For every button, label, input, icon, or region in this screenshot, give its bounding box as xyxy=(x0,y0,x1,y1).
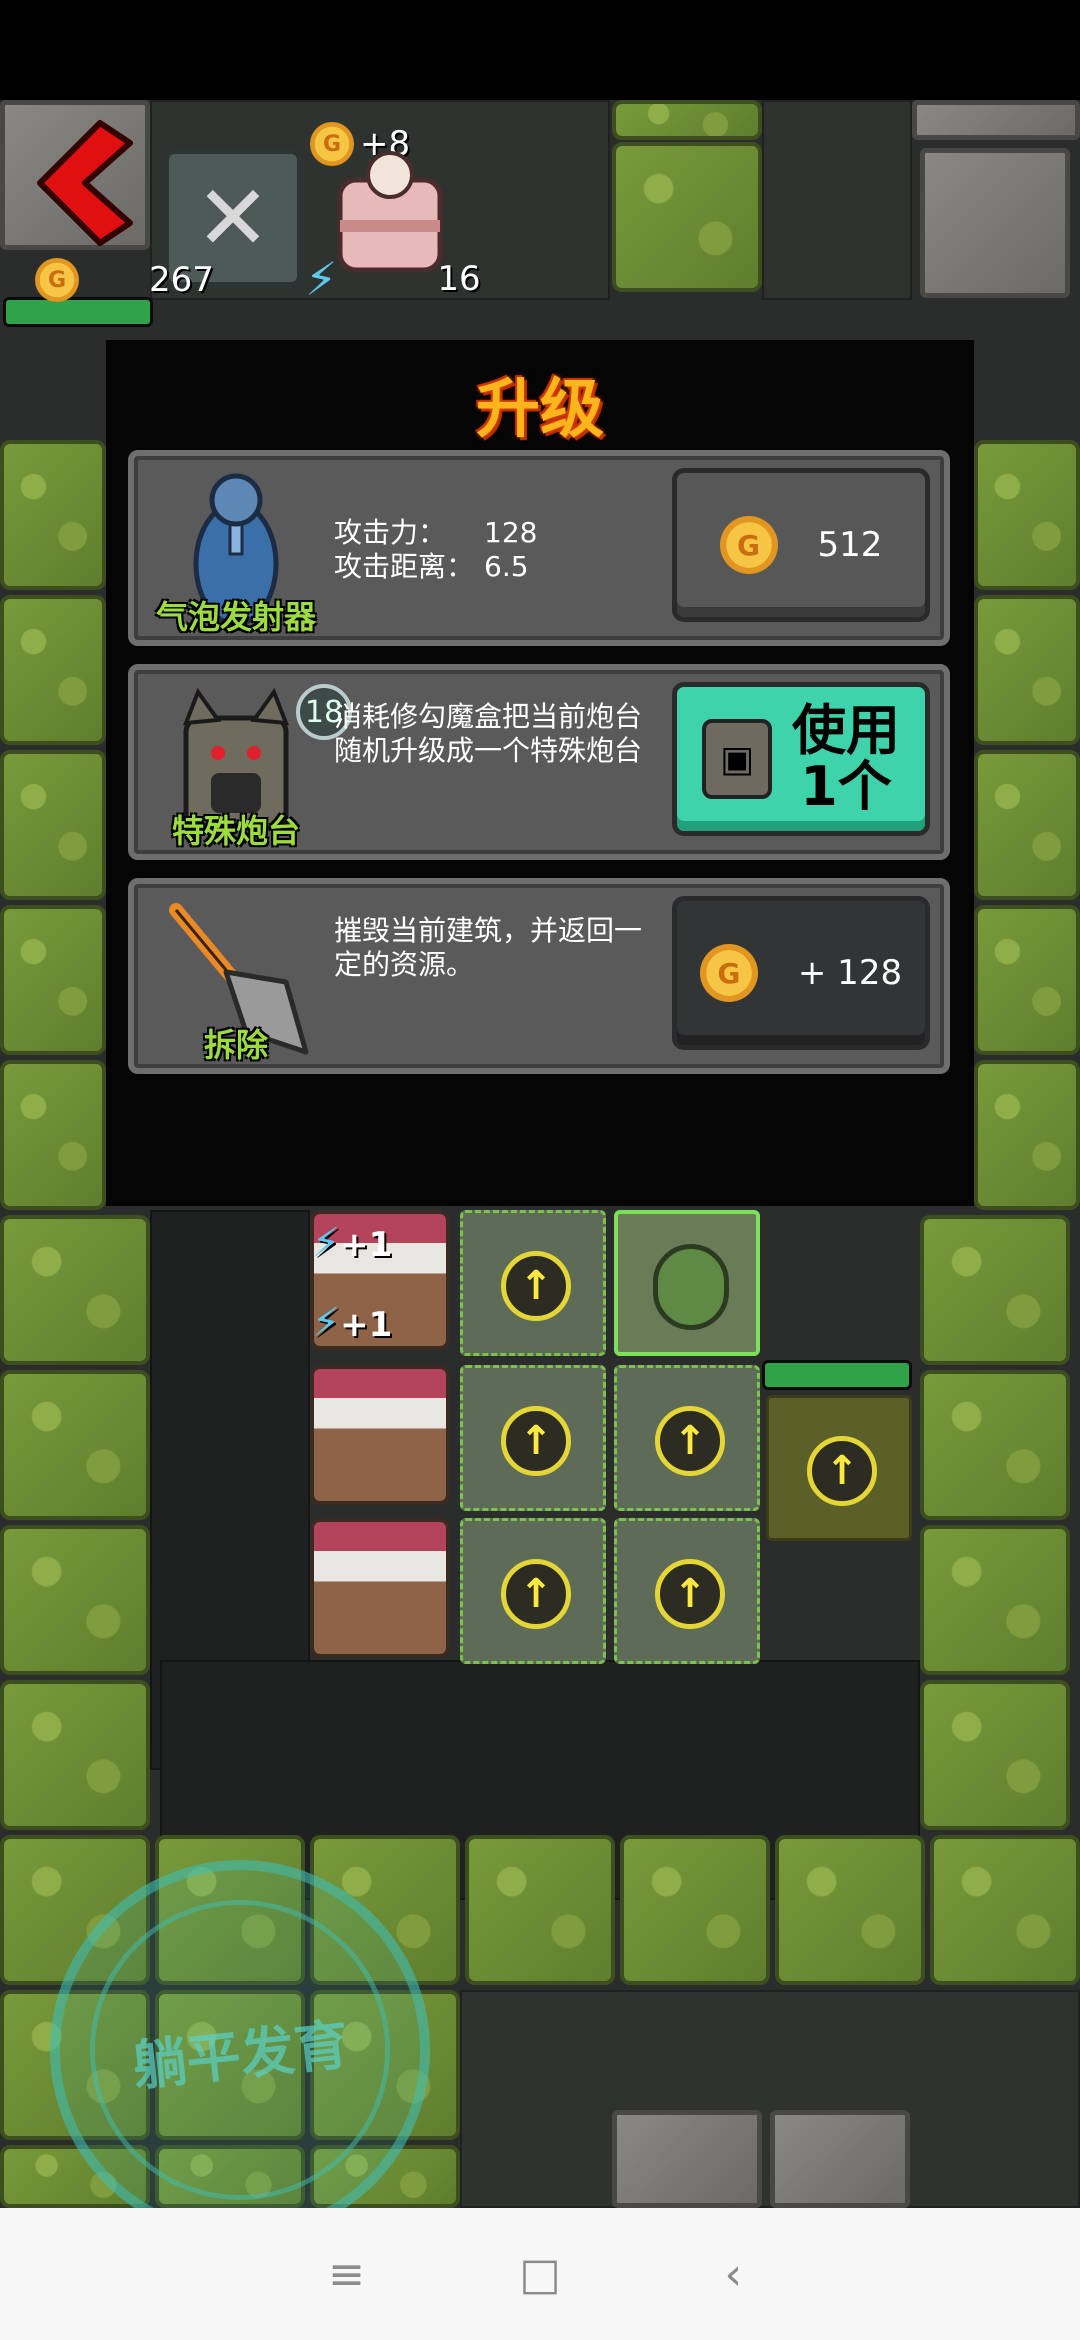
grass-tile xyxy=(0,750,106,900)
upgrade-arrow-icon[interactable]: ↑ xyxy=(655,1406,725,1476)
grass-tile xyxy=(920,1215,1070,1365)
dialog-title: 升级 xyxy=(476,373,604,447)
coin-icon: G xyxy=(719,516,778,574)
gold-value: 267 xyxy=(149,260,214,300)
back-icon[interactable]: ‹ xyxy=(703,2244,763,2304)
upgrade-arrow-icon[interactable]: ↑ xyxy=(501,1251,571,1321)
energy-gain-value: +1 xyxy=(340,1225,393,1265)
grass-tile xyxy=(0,1060,106,1210)
turret-platform[interactable]: ↑ xyxy=(460,1210,606,1356)
range-value: 6.5 xyxy=(484,550,529,583)
bolt-icon: ⚡ xyxy=(312,1220,341,1266)
upgrade-arrow-icon[interactable]: ↑ xyxy=(501,1406,571,1476)
grass-tile xyxy=(0,1680,150,1830)
generator-building[interactable] xyxy=(310,1518,450,1658)
grass-tile xyxy=(612,100,762,140)
grass-tile xyxy=(775,1835,925,1985)
upgrade-cost-button[interactable]: G 512 xyxy=(672,468,930,622)
demolish-name: 拆除 xyxy=(203,1026,268,1064)
special-name: 特殊炮台 xyxy=(171,812,300,850)
floor-area xyxy=(762,100,912,300)
grass-tile xyxy=(974,440,1080,590)
player-health-fill xyxy=(6,300,150,324)
status-bar xyxy=(0,0,1080,100)
energy-counter: ⚡ 16 xyxy=(305,252,481,306)
coin-icon: G xyxy=(699,944,758,1002)
coin-icon: G xyxy=(35,258,79,302)
upgrade-arrow-icon[interactable]: ↑ xyxy=(501,1559,571,1629)
tools-icon: ✕ xyxy=(195,165,271,271)
health-bar xyxy=(762,1360,912,1390)
generator-building[interactable] xyxy=(310,1365,450,1505)
energy-gain-value: +1 xyxy=(340,1305,393,1345)
turret-platform[interactable]: ↑ xyxy=(460,1365,606,1511)
stone-tile xyxy=(920,148,1070,298)
gold-counter: G 267 xyxy=(35,258,214,302)
grass-tile xyxy=(930,1835,1080,1985)
demolish-card: 拆除 摧毁当前建筑，并返回一定的资源。 G + 128 xyxy=(128,878,950,1074)
upgrade-cost-value: 512 xyxy=(817,525,883,565)
demolish-button[interactable]: G + 128 xyxy=(672,896,930,1050)
grass-tile xyxy=(974,1060,1080,1210)
grass-tile xyxy=(0,1370,150,1520)
use-label-line2: 1个 xyxy=(800,755,892,818)
grass-tile xyxy=(0,905,106,1055)
upgrade-arrow-icon[interactable]: ↑ xyxy=(807,1436,877,1506)
turret-name: 气泡发射器 xyxy=(155,598,316,636)
demolish-description: 摧毁当前建筑，并返回一定的资源。 xyxy=(334,914,643,981)
upgrade-dialog: 升级 气泡发射器 攻击力： 128 攻击距离： 6.5 G 512 18 特殊炮… xyxy=(106,340,974,1206)
turret-platform[interactable]: ↑ xyxy=(614,1518,760,1664)
door-building[interactable]: ↑ xyxy=(766,1395,912,1541)
bolt-icon: ⚡ xyxy=(305,252,338,306)
home-icon[interactable]: □ xyxy=(510,2244,570,2304)
grass-tile xyxy=(0,440,106,590)
energy-gain-label: ⚡+1 xyxy=(312,1220,392,1266)
bubble-launcher-icon: 气泡发射器 xyxy=(146,464,326,640)
attack-label: 攻击力： xyxy=(334,516,447,549)
watermark-text: 躺平发育 xyxy=(75,1885,405,2208)
grass-tile xyxy=(974,750,1080,900)
grass-tile xyxy=(0,1525,150,1675)
upgrade-arrow-icon[interactable]: ↑ xyxy=(655,1559,725,1629)
back-arrow-icon[interactable] xyxy=(30,118,140,248)
use-label: 使用 1个 xyxy=(792,703,900,815)
upgrade-turret-card: 气泡发射器 攻击力： 128 攻击距离： 6.5 G 512 xyxy=(128,450,950,646)
fridge-tile[interactable] xyxy=(770,2110,910,2208)
use-label-line1: 使用 xyxy=(792,699,900,762)
stone-tile xyxy=(912,100,1080,140)
energy-value: 16 xyxy=(437,259,481,299)
grass-tile xyxy=(920,1525,1070,1675)
range-label: 攻击距离： xyxy=(334,550,475,583)
attack-value: 128 xyxy=(484,516,538,549)
grass-tile xyxy=(612,142,762,292)
grass-tile xyxy=(974,905,1080,1055)
turret-icon xyxy=(653,1244,729,1330)
special-turret-card: 18 特殊炮台 消耗修勾魔盒把当前炮台随机升级成一个特殊炮台 ▣ 使用 1个 xyxy=(128,664,950,860)
refund-value: + 128 xyxy=(797,953,903,993)
selected-turret[interactable] xyxy=(614,1210,760,1356)
bed-tile[interactable] xyxy=(612,2110,762,2208)
system-nav-bar: ≡ □ ‹ xyxy=(0,2208,1080,2340)
energy-gain-label: ⚡+1 xyxy=(312,1300,392,1346)
menu-icon[interactable]: ≡ xyxy=(317,2244,377,2304)
dog-box-icon: 18 特殊炮台 xyxy=(146,678,352,854)
use-box-button[interactable]: ▣ 使用 1个 xyxy=(672,682,930,836)
grass-tile xyxy=(0,1215,150,1365)
bolt-icon: ⚡ xyxy=(312,1300,341,1346)
special-description: 消耗修勾魔盒把当前炮台随机升级成一个特殊炮台 xyxy=(334,700,643,767)
grass-tile xyxy=(620,1835,770,1985)
turret-platform[interactable]: ↑ xyxy=(614,1365,760,1511)
grass-tile xyxy=(465,1835,615,1985)
grass-tile xyxy=(920,1370,1070,1520)
grass-tile xyxy=(920,1680,1070,1830)
grass-tile xyxy=(0,595,106,745)
turret-stats: 攻击力： 128 攻击距离： 6.5 xyxy=(334,516,537,584)
turret-platform[interactable]: ↑ xyxy=(460,1518,606,1664)
shovel-icon: 拆除 xyxy=(146,892,326,1068)
grass-tile xyxy=(974,595,1080,745)
dog-box-icon: ▣ xyxy=(702,719,772,799)
